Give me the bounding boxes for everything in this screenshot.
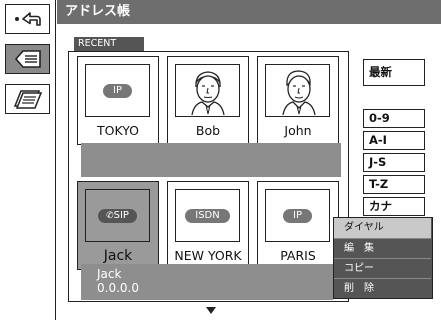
contact-name: NEW YORK xyxy=(174,248,242,263)
phone-icon: ✆ xyxy=(106,210,114,221)
contact-image: IP xyxy=(265,189,330,242)
contact-card-john[interactable]: John xyxy=(257,56,339,145)
filter-0-9-button[interactable]: 0-9 xyxy=(363,109,425,128)
filter-t-z-button[interactable]: T-Z xyxy=(363,175,425,194)
contact-name: PARIS xyxy=(280,248,316,263)
contact-image xyxy=(265,64,330,117)
contact-image: ✆SIP xyxy=(85,189,150,242)
sip-badge: ✆SIP xyxy=(98,208,137,223)
address-card-icon xyxy=(14,50,41,68)
isdn-badge: ISDN xyxy=(185,208,230,223)
scroll-down-arrow[interactable] xyxy=(206,307,216,314)
contact-info-bar: Jack 0.0.0.0 xyxy=(81,264,333,300)
contact-card-new-york[interactable]: ISDN NEW YORK xyxy=(167,181,249,270)
contact-card-paris[interactable]: IP PARIS xyxy=(257,181,339,270)
tool-column xyxy=(0,0,56,320)
man-portrait-icon xyxy=(190,70,225,115)
context-menu: ダイヤル 編 集 コピー 削 除 xyxy=(333,217,433,299)
contact-image xyxy=(175,64,240,117)
contact-image: ISDN xyxy=(175,189,240,242)
address-book-icon xyxy=(13,90,42,109)
info-address: 0.0.0.0 xyxy=(97,281,139,295)
contact-name: TOKYO xyxy=(96,123,140,138)
menu-item-dial[interactable]: ダイヤル xyxy=(334,218,431,238)
contact-name: John xyxy=(284,123,312,138)
back-button[interactable] xyxy=(5,4,50,34)
man-portrait-icon xyxy=(281,69,316,115)
filter-j-s-button[interactable]: J-S xyxy=(363,153,425,172)
back-arrow-icon xyxy=(14,12,41,26)
contact-card-tokyo[interactable]: IP TOKYO xyxy=(77,56,159,145)
contact-card-bob[interactable]: Bob xyxy=(167,56,249,145)
filter-kana-button[interactable]: カナ xyxy=(363,197,425,216)
ip-badge: IP xyxy=(283,208,312,223)
latest-button[interactable]: 最新 xyxy=(363,59,425,86)
address-card-button[interactable] xyxy=(5,44,50,74)
tab-recent[interactable]: RECENT xyxy=(74,37,144,51)
info-name: Jack xyxy=(97,267,122,281)
empty-row-bar xyxy=(81,143,341,177)
contact-image: IP xyxy=(85,64,150,117)
menu-item-copy[interactable]: コピー xyxy=(334,258,431,278)
contact-card-jack[interactable]: ✆SIP Jack xyxy=(77,181,159,270)
menu-item-delete[interactable]: 削 除 xyxy=(334,278,431,298)
ip-badge: IP xyxy=(103,83,132,98)
address-book-button[interactable] xyxy=(5,84,50,114)
window-title: アドレス帳 xyxy=(57,0,441,24)
menu-item-edit[interactable]: 編 集 xyxy=(334,238,431,258)
contact-name: Bob xyxy=(195,123,221,138)
filter-a-i-button[interactable]: A-I xyxy=(363,131,425,150)
